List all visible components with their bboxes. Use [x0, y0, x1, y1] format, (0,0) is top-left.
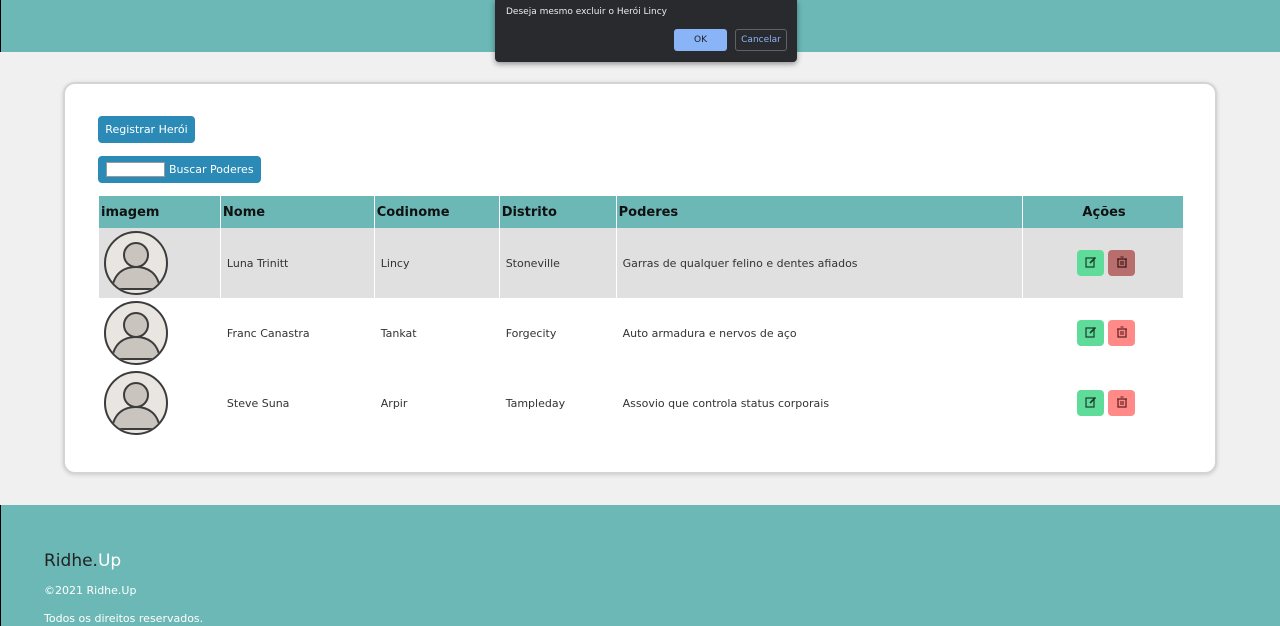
- column-header-district: Distrito: [499, 196, 616, 228]
- heroes-table: imagem Nome Codinome Distrito Poderes Aç…: [98, 196, 1184, 438]
- edit-icon: [1084, 326, 1097, 341]
- search-powers-group: Buscar Poderes: [98, 156, 261, 183]
- column-header-powers: Poderes: [616, 196, 1023, 228]
- hero-powers: Auto armadura e nervos de aço: [622, 326, 797, 340]
- search-input[interactable]: [106, 162, 165, 177]
- rights-text: Todos os direitos reservados.: [44, 612, 204, 625]
- footer-brand: Ridhe.Up: [44, 551, 121, 571]
- actions-cell: [1023, 228, 1183, 298]
- trash-icon: [1116, 395, 1128, 411]
- hero-powers: Garras de qualquer felino e dentes afiad…: [616, 228, 1023, 298]
- edit-button[interactable]: [1077, 320, 1105, 346]
- edit-icon: [1084, 256, 1097, 271]
- search-powers-button[interactable]: Buscar Poderes: [169, 163, 254, 176]
- edit-button[interactable]: [1077, 390, 1105, 416]
- delete-button[interactable]: [1108, 250, 1136, 276]
- hero-district: Stoneville: [499, 228, 616, 298]
- delete-button[interactable]: [1108, 320, 1136, 346]
- table-row: Steve Suna Arpir Tampleday Assovio que c…: [99, 368, 1183, 438]
- image-cell: [99, 368, 220, 438]
- table-header-row: imagem Nome Codinome Distrito Poderes Aç…: [99, 196, 1183, 228]
- hero-codename: Arpir: [380, 396, 408, 410]
- column-header-actions: Ações: [1023, 196, 1183, 228]
- column-header-name: Nome: [220, 196, 374, 228]
- hero-codename: Lincy: [374, 228, 499, 298]
- trash-icon: [1116, 325, 1128, 341]
- heroes-card: Registrar Herói Buscar Poderes imagem No…: [63, 82, 1217, 474]
- column-header-codename: Codinome: [374, 196, 499, 228]
- hero-name: Luna Trinitt: [220, 228, 374, 298]
- actions-cell: [1023, 298, 1183, 368]
- user-avatar-icon: [104, 301, 168, 365]
- copyright-text: ©2021 Ridhe.Up: [44, 584, 137, 597]
- register-hero-button[interactable]: Registrar Herói: [98, 116, 195, 143]
- dialog-cancel-button[interactable]: Cancelar: [735, 29, 787, 51]
- trash-icon: [1116, 255, 1128, 271]
- hero-codename: Tankat: [380, 326, 417, 340]
- dialog-message: Deseja mesmo excluir o Herói Lincy: [506, 7, 667, 17]
- image-cell: [99, 298, 220, 368]
- hero-district: Forgecity: [505, 326, 557, 340]
- edit-icon: [1084, 396, 1097, 411]
- dialog-ok-button[interactable]: OK: [674, 29, 727, 51]
- hero-name: Franc Canastra: [226, 326, 310, 340]
- actions-cell: [1023, 368, 1183, 438]
- brand-name-accent: Up: [97, 551, 122, 571]
- image-cell: [99, 228, 220, 298]
- table-row: Franc Canastra Tankat Forgecity Auto arm…: [99, 298, 1183, 368]
- column-header-image: imagem: [99, 196, 220, 228]
- hero-district: Tampleday: [505, 396, 566, 410]
- delete-button[interactable]: [1108, 390, 1136, 416]
- table-row: Luna Trinitt Lincy Stoneville Garras de …: [99, 228, 1183, 298]
- user-avatar-icon: [104, 371, 168, 435]
- hero-powers: Assovio que controla status corporais: [622, 396, 830, 410]
- footer: Ridhe.Up ©2021 Ridhe.Up Todos os direito…: [0, 505, 1280, 626]
- confirm-dialog: Deseja mesmo excluir o Herói Lincy OK Ca…: [495, 0, 797, 62]
- hero-name: Steve Suna: [226, 396, 290, 410]
- edit-button[interactable]: [1077, 250, 1105, 276]
- brand-name-part: Ridhe.: [44, 551, 98, 571]
- user-avatar-icon: [104, 231, 168, 295]
